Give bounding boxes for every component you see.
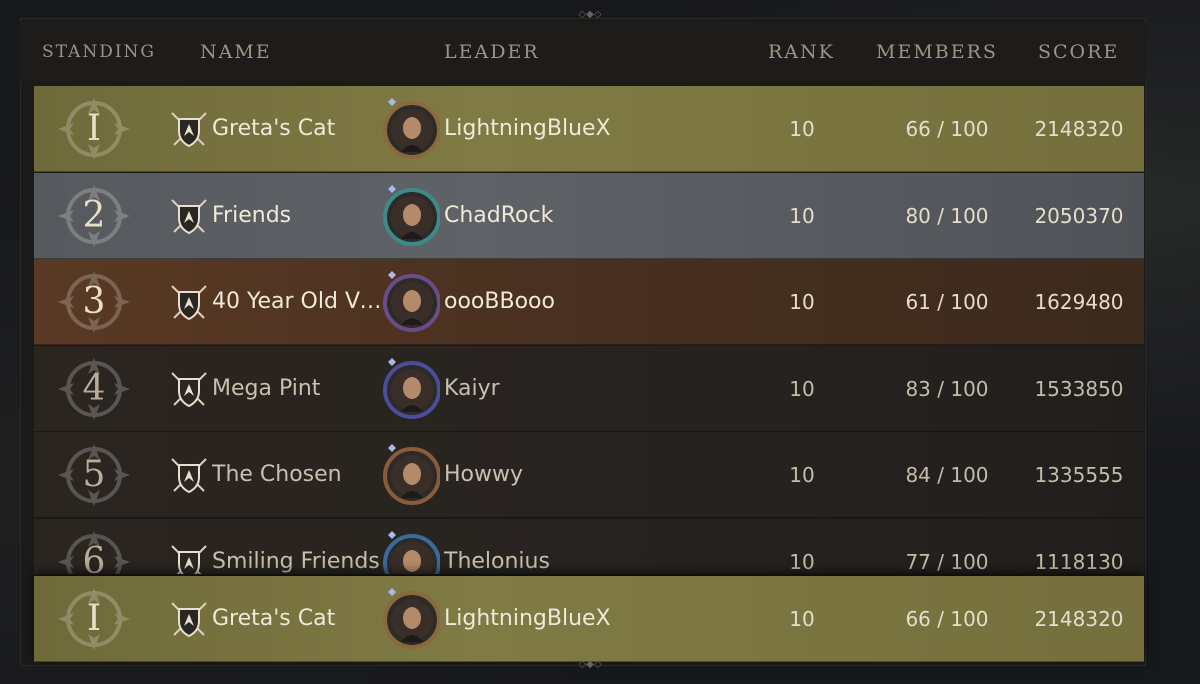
leader-avatar[interactable] — [382, 529, 440, 575]
clan-name[interactable]: Friends — [212, 173, 384, 259]
clan-rank: 10 — [789, 203, 815, 228]
leader-avatar[interactable] — [382, 269, 440, 333]
clan-rank: 10 — [789, 117, 815, 141]
pinned-own-clan-row[interactable]: I Greta's Cat LightningBlueX 10 66 / 100… — [34, 576, 1144, 662]
leader-avatar[interactable] — [382, 442, 440, 506]
standing-number: 3 — [82, 281, 106, 322]
clan-shield-icon — [171, 458, 207, 494]
standing-number: 6 — [82, 540, 106, 575]
standing-number: 4 — [82, 367, 106, 409]
clan-rank: 10 — [789, 290, 815, 314]
leader-name[interactable]: ChadRock — [444, 173, 664, 259]
clan-name[interactable]: Greta's Cat — [212, 86, 384, 172]
clan-score: 2050370 — [1034, 203, 1124, 228]
clan-score: 1118130 — [1034, 549, 1124, 574]
clan-rank: 10 — [789, 463, 815, 487]
clan-rank: 10 — [789, 549, 815, 574]
clan-shield-icon — [171, 544, 207, 574]
leader-avatar[interactable] — [382, 356, 440, 420]
header-rank: RANK — [768, 41, 835, 63]
clan-members: 84 / 100 — [905, 463, 989, 487]
standing-number: 2 — [82, 194, 106, 236]
clan-rank: 10 — [789, 607, 815, 631]
header-standing: STANDING — [42, 42, 157, 62]
clan-row[interactable]: 5 The Chosen Howwy 10 84 / 100 1335555 — [34, 432, 1144, 518]
clan-name[interactable]: The Chosen — [212, 432, 384, 518]
leader-avatar[interactable] — [382, 183, 440, 247]
clan-row[interactable]: 6 Smiling Friends Thelonius 10 77 / 100 … — [34, 518, 1144, 575]
standing-number: 5 — [82, 454, 106, 495]
standing-number: I — [86, 598, 102, 639]
clan-score: 1533850 — [1034, 376, 1124, 401]
clan-row[interactable]: 3 40 Year Old Vi… oooBBooo 10 61 / 100 1… — [34, 259, 1144, 345]
clan-row[interactable]: 2 Friends ChadRock 10 80 / 100 2050370 — [34, 172, 1144, 259]
leader-name[interactable]: LightningBlueX — [444, 86, 664, 172]
header-members: MEMBERS — [876, 41, 998, 63]
clan-members: 77 / 100 — [905, 549, 989, 574]
standing-number: I — [86, 108, 102, 149]
clan-shield-icon — [171, 112, 207, 148]
leader-avatar[interactable] — [382, 96, 440, 160]
clan-members: 61 / 100 — [905, 290, 989, 314]
clan-name[interactable]: 40 Year Old Vi… — [212, 259, 384, 345]
leaderboard-list[interactable]: I Greta's Cat LightningBlueX 10 66 / 100… — [34, 86, 1144, 574]
clan-score: 1335555 — [1034, 463, 1124, 487]
clan-row[interactable]: 4 Mega Pint Kaiyr 10 83 / 100 1533850 — [34, 345, 1144, 432]
clan-score: 1629480 — [1034, 290, 1124, 314]
clan-rank: 10 — [789, 376, 815, 401]
header-score: SCORE — [1038, 41, 1120, 63]
clan-row[interactable]: I Greta's Cat LightningBlueX 10 66 / 100… — [34, 86, 1144, 172]
clan-members: 66 / 100 — [905, 607, 989, 631]
leader-name[interactable]: Thelonius — [444, 519, 664, 575]
leaderboard-header: STANDING NAME LEADER RANK MEMBERS SCORE — [20, 22, 1146, 82]
clan-members: 66 / 100 — [905, 117, 989, 141]
header-leader: LEADER — [444, 41, 540, 63]
leader-name[interactable]: Howwy — [444, 432, 664, 518]
leader-name[interactable]: Kaiyr — [444, 346, 664, 432]
clan-row[interactable]: I Greta's Cat LightningBlueX 10 66 / 100… — [34, 576, 1144, 662]
clan-members: 80 / 100 — [905, 203, 989, 228]
clan-shield-icon — [171, 602, 207, 638]
bottom-ornament: ◇◆◇ — [578, 659, 602, 670]
clan-shield-icon — [171, 285, 207, 321]
clan-score: 2148320 — [1034, 117, 1124, 141]
leader-avatar[interactable] — [382, 586, 440, 650]
clan-members: 83 / 100 — [905, 376, 989, 401]
clan-shield-icon — [171, 198, 207, 234]
clan-name[interactable]: Smiling Friends — [212, 519, 384, 575]
clan-shield-icon — [171, 371, 207, 407]
clan-name[interactable]: Mega Pint — [212, 346, 384, 432]
header-name: NAME — [200, 41, 272, 63]
clan-name[interactable]: Greta's Cat — [212, 576, 384, 662]
leader-name[interactable]: oooBBooo — [444, 259, 664, 345]
leader-name[interactable]: LightningBlueX — [444, 576, 664, 662]
clan-score: 2148320 — [1034, 607, 1124, 631]
